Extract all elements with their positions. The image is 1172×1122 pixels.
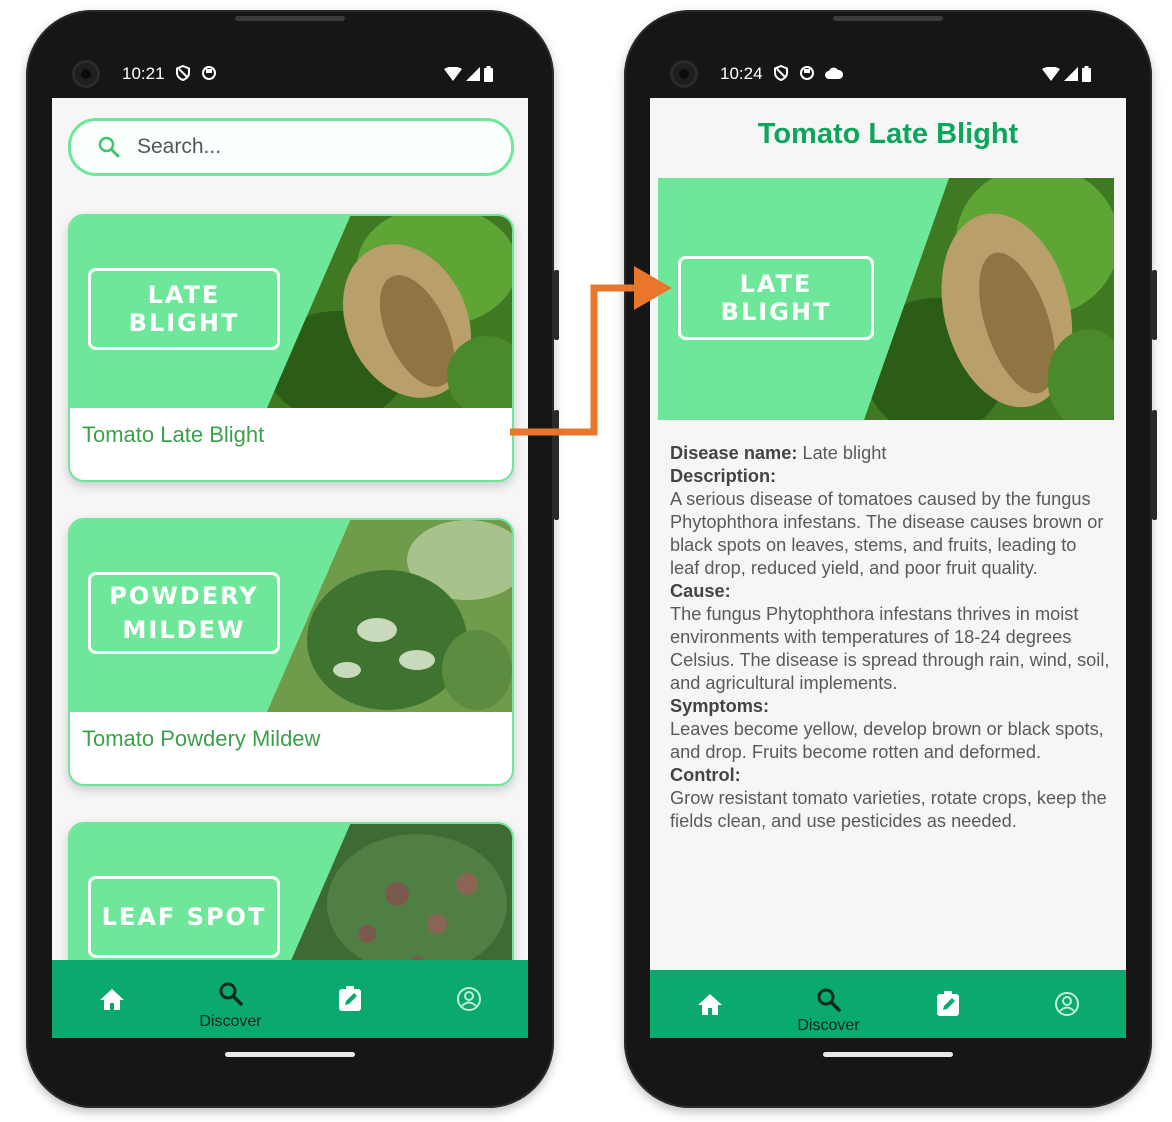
- status-time: 10:21: [122, 64, 165, 83]
- badge-late-blight: LATE BLIGHT: [678, 256, 874, 340]
- powdery-mildew-leaf-image: [267, 520, 512, 712]
- search-placeholder: Search...: [137, 135, 222, 158]
- card-banner: POWDERY MILDEW: [70, 520, 512, 712]
- speaker: [235, 16, 345, 21]
- badge-late-blight: LATE BLIGHT: [88, 268, 280, 350]
- bottom-nav: Discover: [650, 970, 1126, 1038]
- wifi-icon: [444, 67, 462, 81]
- sync-icon: [799, 65, 815, 84]
- disease-details: Disease name: Late blight Description: A…: [670, 442, 1110, 833]
- clipboard-edit-icon: [936, 991, 959, 1016]
- nav-notes[interactable]: [305, 986, 395, 1012]
- front-camera: [670, 60, 698, 88]
- disease-name-row: Disease name: Late blight: [670, 442, 1110, 465]
- detail-banner: LATE BLIGHT: [658, 178, 1114, 420]
- shield-icon: [773, 64, 789, 84]
- nav-home[interactable]: [665, 992, 755, 1016]
- badge-line-1: POWDERY: [109, 582, 259, 610]
- home-icon: [99, 989, 124, 1010]
- symptoms-label: Symptoms:: [670, 696, 770, 716]
- home-screen: Search... LATE BLIGHT Tomato Late Blight: [52, 98, 528, 1038]
- clipboard-edit-icon: [338, 986, 361, 1011]
- home-icon: [697, 994, 722, 1015]
- wifi-icon: [1042, 67, 1060, 81]
- detail-screen: Tomato Late Blight LATE BLIGHT Disease n…: [650, 98, 1126, 1038]
- home-indicator[interactable]: [823, 1052, 953, 1057]
- search-icon: [817, 988, 841, 1012]
- cloud-icon: [824, 67, 843, 82]
- card-title: Tomato Powdery Mildew: [82, 726, 321, 751]
- disease-name-value: Late blight: [802, 443, 887, 463]
- description-label: Description:: [670, 466, 777, 486]
- bottom-nav: Discover: [52, 960, 528, 1038]
- symptoms-text: Leaves become yellow, develop brown or b…: [670, 719, 1104, 762]
- search-icon: [219, 982, 243, 1006]
- profile-icon: [456, 987, 481, 1011]
- battery-icon: [484, 66, 493, 82]
- late-blight-leaf-image: [864, 178, 1114, 420]
- front-camera: [72, 60, 100, 88]
- search-input[interactable]: Search...: [68, 118, 514, 176]
- nav-notes[interactable]: [903, 991, 993, 1017]
- badge-leaf-spot: LEAF SPOT: [88, 876, 280, 958]
- nav-discover-label: Discover: [797, 1017, 860, 1034]
- status-bar: 10:24: [720, 64, 843, 84]
- badge-line-2: MILDEW: [122, 616, 246, 644]
- status-icons: [1042, 66, 1091, 82]
- nav-profile[interactable]: [1022, 991, 1112, 1017]
- phone-right: 10:24 Tomato Late Blight LATE BLIGHT Dis…: [624, 10, 1157, 1108]
- search-icon: [98, 136, 120, 158]
- cause-label: Cause:: [670, 581, 731, 601]
- signal-icon: [1064, 67, 1078, 81]
- volume-button: [554, 270, 559, 340]
- late-blight-leaf-image: [267, 216, 512, 408]
- volume-button: [1152, 270, 1157, 340]
- shield-icon: [175, 64, 191, 84]
- nav-profile[interactable]: [424, 986, 514, 1012]
- control-label: Control:: [670, 765, 741, 785]
- profile-icon: [1054, 992, 1079, 1016]
- status-time: 10:24: [720, 64, 763, 83]
- disease-card-late-blight[interactable]: LATE BLIGHT Tomato Late Blight: [68, 214, 514, 482]
- page-title: Tomato Late Blight: [757, 118, 1019, 150]
- phone-left: 10:21 Search... LATE BLIGHT Tomato Late …: [26, 10, 559, 1108]
- nav-home[interactable]: [67, 987, 157, 1011]
- nav-discover[interactable]: Discover: [784, 987, 874, 1035]
- control-text: Grow resistant tomato varieties, rotate …: [670, 788, 1107, 831]
- speaker: [833, 16, 943, 21]
- battery-icon: [1082, 66, 1091, 82]
- power-button: [554, 410, 559, 520]
- card-banner: LATE BLIGHT: [70, 216, 512, 408]
- home-indicator[interactable]: [225, 1052, 355, 1057]
- disease-card-powdery-mildew[interactable]: POWDERY MILDEW Tomato Powdery Mildew: [68, 518, 514, 786]
- cause-text: The fungus Phytophthora infestans thrive…: [670, 604, 1110, 693]
- disease-name-label: Disease name:: [670, 443, 798, 463]
- nav-discover-label: Discover: [199, 1013, 262, 1030]
- badge-powdery-mildew: POWDERY MILDEW: [88, 572, 280, 654]
- status-bar: 10:21: [122, 64, 217, 84]
- sync-icon: [201, 65, 217, 84]
- nav-discover[interactable]: Discover: [186, 981, 276, 1031]
- power-button: [1152, 410, 1157, 520]
- card-title: Tomato Late Blight: [82, 422, 265, 447]
- status-icons: [444, 66, 493, 82]
- signal-icon: [466, 67, 480, 81]
- description-text: A serious disease of tomatoes caused by …: [670, 489, 1104, 578]
